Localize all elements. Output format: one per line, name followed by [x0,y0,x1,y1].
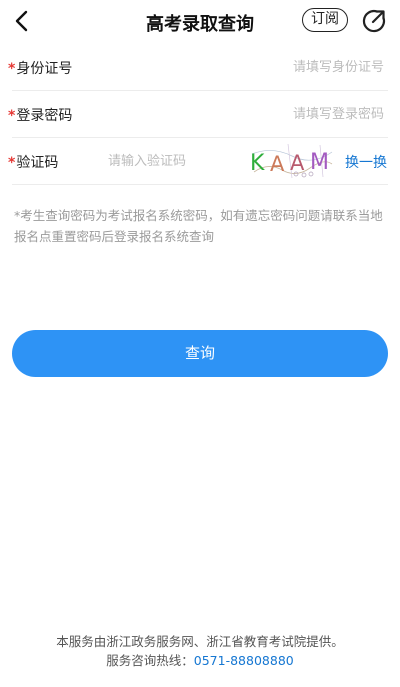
query-form: *身份证号 *登录密码 *验证码 K A A M 换一换 [0,44,400,185]
captcha-image[interactable]: K A A M [248,142,334,180]
query-button[interactable]: 查询 [12,330,388,377]
captcha-row: *验证码 K A A M 换一换 [0,138,400,185]
captcha-input[interactable] [108,148,238,174]
id-card-row: *身份证号 [0,44,400,91]
nav-bar: 高考录取查询 订阅 [0,0,400,44]
back-icon[interactable] [10,8,36,34]
footer: 本服务由浙江政务服务网、浙江省教育考试院提供。 服务咨询热线：0571-8880… [0,632,400,670]
footer-hotline-line: 服务咨询热线：0571-88808880 [0,651,400,670]
subscribe-button[interactable]: 订阅 [302,8,348,32]
captcha-letter: A [290,151,305,175]
password-input[interactable] [184,101,384,127]
captcha-letter: M [310,150,329,175]
required-mark: * [8,61,16,77]
password-row: *登录密码 [0,91,400,138]
footer-hotline-label: 服务咨询热线： [106,653,194,668]
id-card-label-text: 身份证号 [16,61,73,77]
footer-provider-text: 本服务由浙江政务服务网、浙江省教育考试院提供。 [56,634,344,649]
refresh-captcha-link[interactable]: 换一换 [345,152,387,172]
captcha-letter: K [250,151,265,176]
required-mark: * [8,108,16,124]
share-icon[interactable] [361,8,387,34]
required-mark: * [8,155,16,171]
password-note: *考生查询密码为考试报名系统密码，如有遗忘密码问题请联系当地报名点重置密码后登录… [14,208,383,244]
password-label-text: 登录密码 [16,108,73,124]
id-card-input[interactable] [184,54,384,80]
id-card-label: *身份证号 [8,58,72,78]
captcha-label: *验证码 [8,152,58,172]
captcha-label-text: 验证码 [16,155,59,171]
divider [12,184,388,185]
hotline-link[interactable]: 0571-88808880 [194,653,294,668]
captcha-letter: A [270,152,285,176]
password-label: *登录密码 [8,105,72,125]
